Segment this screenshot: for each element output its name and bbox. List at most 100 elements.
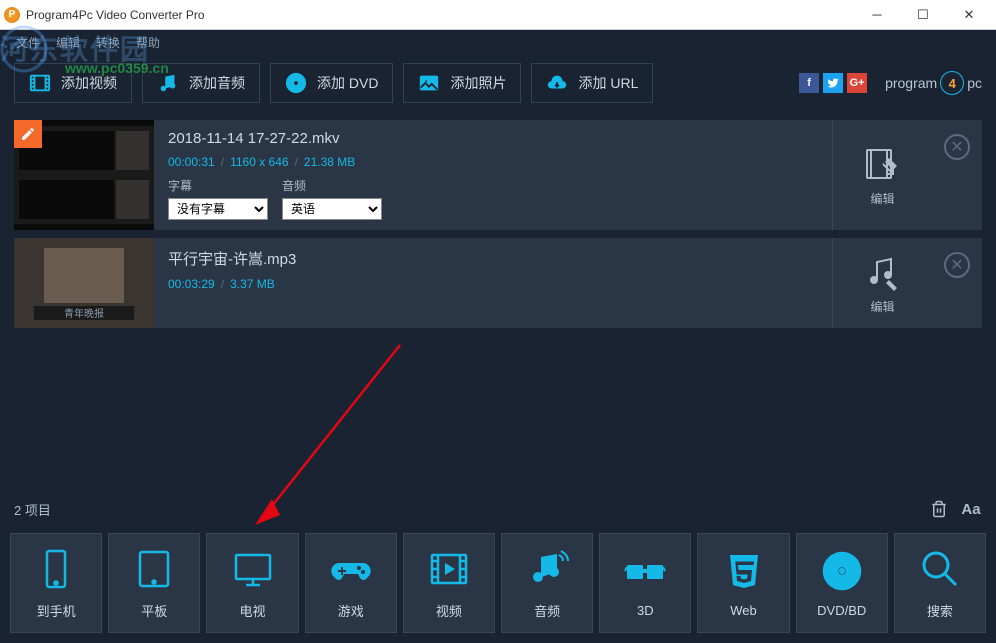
menubar: 文件 编辑 转换 帮助 [0,30,996,54]
file-row[interactable]: 2018-11-14 17-27-22.mkv 00:00:31 / 1160 … [14,120,982,230]
tab-tv[interactable]: 电视 [206,533,298,633]
add-photo-label: 添加照片 [450,73,506,93]
window-title: Program4Pc Video Converter Pro [26,8,854,22]
add-audio-button[interactable]: 添加音频 [142,63,260,103]
social-icons: f G+ [799,73,867,93]
item-count: 2 项目 [14,500,918,519]
audio-thumbnail-icon: 青年晚报 [14,238,154,328]
file-duration: 00:00:31 [168,155,215,169]
film-icon [29,72,51,94]
delete-all-button[interactable] [928,498,950,520]
file-list: 2018-11-14 17-27-22.mkv 00:00:31 / 1160 … [0,112,996,336]
file-meta: 00:00:31 / 1160 x 646 / 21.38 MB [168,155,818,169]
app-icon: P [4,7,20,23]
tab-3d[interactable]: 3D [599,533,691,633]
file-info: 平行宇宙-许嵩.mp3 00:03:29 / 3.37 MB [154,238,832,328]
tablet-icon [132,547,176,591]
dvd-icon [820,549,864,593]
tab-game-label: 游戏 [338,601,364,620]
tv-icon [231,547,275,591]
music-icon [157,72,179,94]
tab-video[interactable]: 视频 [403,533,495,633]
main-toolbar: 添加视频 添加音频 添加 DVD 添加照片 添加 URL f G+ progra… [0,54,996,112]
rename-button[interactable]: Aa [960,498,982,520]
minimize-button[interactable]: ─ [854,0,900,30]
html5-icon [722,549,766,593]
file-size: 21.38 MB [304,155,355,169]
photo-icon [418,72,440,94]
tab-tablet[interactable]: 平板 [108,533,200,633]
svg-text:青年晚报: 青年晚报 [64,307,104,320]
tab-tv-label: 电视 [240,601,266,620]
menu-convert[interactable]: 转换 [96,34,120,51]
add-audio-label: 添加音频 [189,73,245,93]
add-photo-button[interactable]: 添加照片 [403,63,521,103]
audio-icon [525,547,569,591]
brand-suffix: pc [967,75,982,91]
close-button[interactable]: ✕ [946,0,992,30]
add-dvd-label: 添加 DVD [317,73,378,93]
add-url-label: 添加 URL [578,73,638,93]
twitter-icon[interactable] [823,73,843,93]
3d-glasses-icon [623,549,667,593]
remove-file-button[interactable]: ✕ [932,238,982,328]
audio-label: 音频 [282,177,382,194]
cloud-download-icon [546,72,568,94]
statusbar: 2 项目 Aa [0,493,996,525]
file-thumbnail[interactable]: 青年晚报 [14,238,154,328]
tab-dvd-label: DVD/BD [817,603,866,618]
file-title: 2018-11-14 17-27-22.mkv [168,130,818,147]
brand-prefix: program [885,75,937,91]
add-video-button[interactable]: 添加视频 [14,63,132,103]
add-url-button[interactable]: 添加 URL [531,63,653,103]
googleplus-icon[interactable]: G+ [847,73,867,93]
file-info: 2018-11-14 17-27-22.mkv 00:00:31 / 1160 … [154,120,832,230]
add-dvd-button[interactable]: 添加 DVD [270,63,393,103]
file-title: 平行宇宙-许嵩.mp3 [168,248,818,269]
tab-search-label: 搜索 [927,601,953,620]
remove-file-button[interactable]: ✕ [932,120,982,230]
film-edit-icon [863,144,903,184]
edit-button[interactable]: 编辑 [832,120,932,230]
disc-icon [285,72,307,94]
gamepad-icon [329,547,373,591]
tab-game[interactable]: 游戏 [305,533,397,633]
brand-logo: program 4 pc [885,71,982,95]
tab-video-label: 视频 [436,601,462,620]
maximize-button[interactable]: ☐ [900,0,946,30]
tab-phone[interactable]: 到手机 [10,533,102,633]
file-meta: 00:03:29 / 3.37 MB [168,277,818,291]
tab-dvd[interactable]: DVD/BD [796,533,888,633]
menu-help[interactable]: 帮助 [136,34,160,51]
file-duration: 00:03:29 [168,277,215,291]
phone-icon [34,547,78,591]
facebook-icon[interactable]: f [799,73,819,93]
tab-audio-label: 音频 [534,601,560,620]
menu-file[interactable]: 文件 [16,34,40,51]
tab-search[interactable]: 搜索 [894,533,986,633]
menu-edit[interactable]: 编辑 [56,34,80,51]
tab-web-label: Web [730,603,757,618]
tab-phone-label: 到手机 [37,601,76,620]
edit-button[interactable]: 编辑 [832,238,932,328]
file-row[interactable]: 青年晚报 平行宇宙-许嵩.mp3 00:03:29 / 3.37 MB 编辑 ✕ [14,238,982,328]
search-icon [918,547,962,591]
audio-select[interactable]: 英语 [282,198,382,220]
edit-label: 编辑 [870,190,894,207]
subtitle-label: 字幕 [168,177,268,194]
file-dimensions: 1160 x 646 [230,155,289,169]
file-thumbnail[interactable] [14,120,154,230]
edit-label: 编辑 [870,298,894,315]
tab-audio[interactable]: 音频 [501,533,593,633]
window-titlebar: P Program4Pc Video Converter Pro ─ ☐ ✕ [0,0,996,30]
brand-number: 4 [940,71,964,95]
tab-web[interactable]: Web [697,533,789,633]
video-icon [427,547,471,591]
close-icon: ✕ [944,252,970,278]
tab-tablet-label: 平板 [141,601,167,620]
subtitle-select[interactable]: 没有字幕 [168,198,268,220]
close-icon: ✕ [944,134,970,160]
edit-badge-icon [14,120,42,148]
file-size: 3.37 MB [230,277,275,291]
audio-edit-icon [863,252,903,292]
